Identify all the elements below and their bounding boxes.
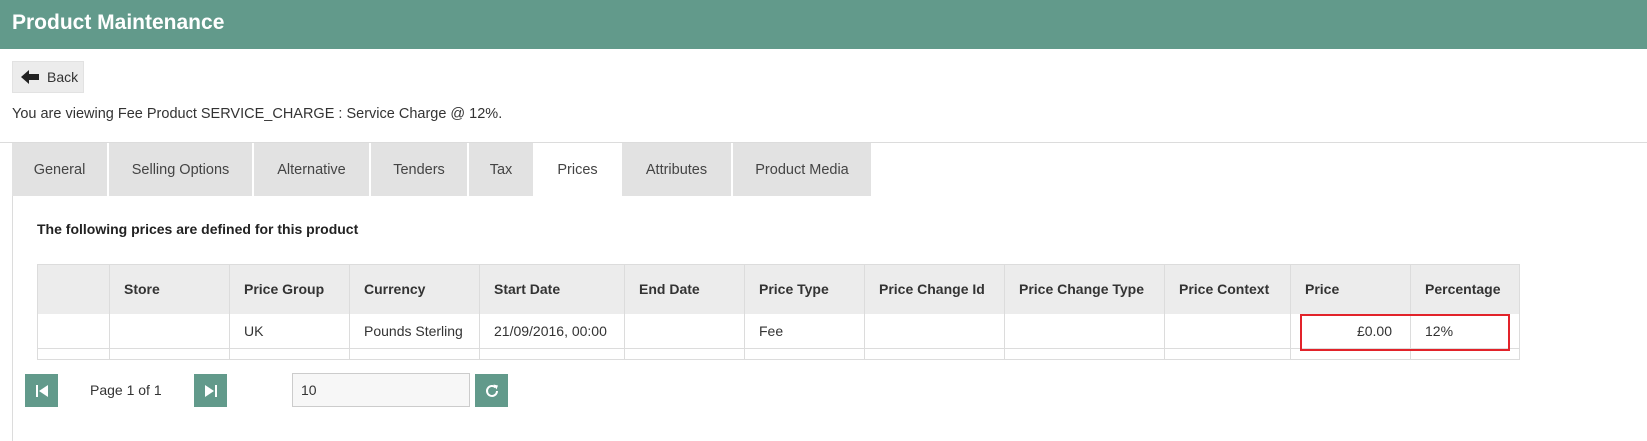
- last-page-button[interactable]: [194, 374, 227, 407]
- tab-attributes[interactable]: Attributes: [622, 143, 733, 196]
- refresh-button[interactable]: [475, 374, 508, 407]
- column-header-end-date[interactable]: End Date: [624, 264, 745, 314]
- table-row[interactable]: UK Pounds Sterling 21/09/2016, 00:00 Fee…: [37, 313, 1520, 349]
- cell-currency: Pounds Sterling: [349, 313, 480, 349]
- tab-tax[interactable]: Tax: [469, 143, 535, 196]
- column-header-select: [37, 264, 110, 314]
- page-info: Page 1 of 1: [90, 382, 162, 398]
- column-header-start-date[interactable]: Start Date: [479, 264, 625, 314]
- last-page-icon: [204, 384, 217, 397]
- cell-percentage: 12%: [1410, 313, 1520, 349]
- cell-start-date: 21/09/2016, 00:00: [479, 313, 625, 349]
- page-size-input[interactable]: [292, 373, 470, 407]
- column-header-price[interactable]: Price: [1290, 264, 1411, 314]
- arrow-left-icon: [21, 70, 39, 84]
- cell-price-group: UK: [229, 313, 350, 349]
- tab-prices[interactable]: Prices: [535, 143, 622, 196]
- column-header-store[interactable]: Store: [109, 264, 230, 314]
- page-title: Product Maintenance: [12, 11, 225, 34]
- cell-select: [37, 313, 110, 349]
- column-header-percentage[interactable]: Percentage: [1410, 264, 1520, 314]
- column-header-price-change-type[interactable]: Price Change Type: [1004, 264, 1165, 314]
- cell-end-date: [624, 313, 745, 349]
- first-page-icon: [35, 384, 48, 397]
- first-page-button[interactable]: [25, 374, 58, 407]
- tab-general[interactable]: General: [12, 143, 109, 196]
- column-header-price-change-id[interactable]: Price Change Id: [864, 264, 1005, 314]
- column-header-price-group[interactable]: Price Group: [229, 264, 350, 314]
- column-header-price-type[interactable]: Price Type: [744, 264, 865, 314]
- back-button-label: Back: [47, 69, 79, 85]
- tab-product-media[interactable]: Product Media: [733, 143, 873, 196]
- cell-price-change-id: [864, 313, 1005, 349]
- refresh-icon: [485, 384, 498, 397]
- table-filler-row: [37, 348, 1520, 360]
- cell-price: £0.00: [1290, 313, 1411, 349]
- column-header-price-context[interactable]: Price Context: [1164, 264, 1291, 314]
- column-header-currency[interactable]: Currency: [349, 264, 480, 314]
- table-header-row: Store Price Group Currency Start Date En…: [37, 264, 1520, 314]
- cell-price-type: Fee: [744, 313, 865, 349]
- app-header: Product Maintenance: [0, 0, 1647, 49]
- cell-store: [109, 313, 230, 349]
- tab-selling-options[interactable]: Selling Options: [109, 143, 254, 196]
- tab-alternative[interactable]: Alternative: [254, 143, 371, 196]
- tab-tenders[interactable]: Tenders: [371, 143, 469, 196]
- prices-table: Store Price Group Currency Start Date En…: [37, 264, 1520, 360]
- cell-price-change-type: [1004, 313, 1165, 349]
- cell-price-context: [1164, 313, 1291, 349]
- viewing-description: You are viewing Fee Product SERVICE_CHAR…: [12, 106, 503, 122]
- tab-bar: General Selling Options Alternative Tend…: [12, 143, 873, 196]
- prices-section-title: The following prices are defined for thi…: [37, 221, 359, 237]
- back-button[interactable]: Back: [12, 61, 84, 93]
